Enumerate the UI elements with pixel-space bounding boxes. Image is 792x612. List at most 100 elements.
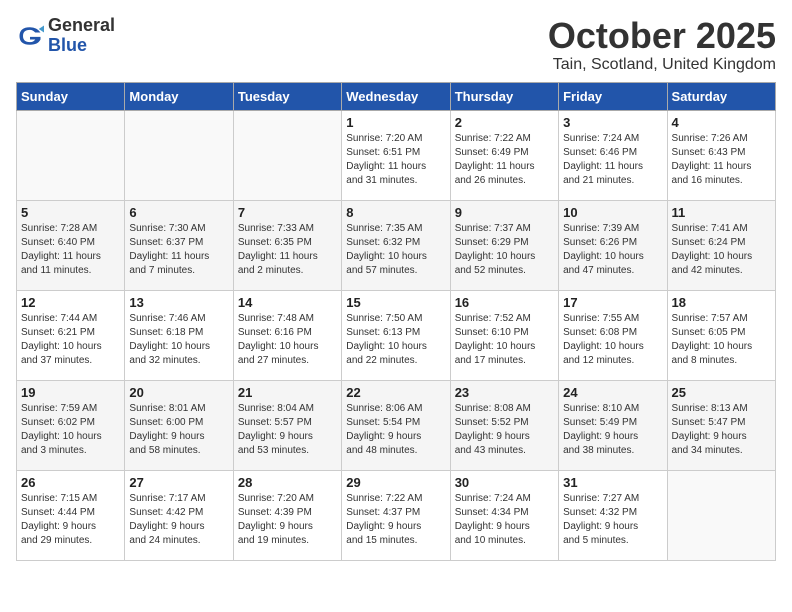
day-number: 12 xyxy=(21,295,120,310)
calendar-cell: 5Sunrise: 7:28 AM Sunset: 6:40 PM Daylig… xyxy=(17,200,125,290)
title-block: October 2025 Tain, Scotland, United King… xyxy=(548,16,776,74)
calendar-cell: 24 Sunrise: 8:10 AM Sunset: 5:49 PM Dayli… xyxy=(559,380,667,470)
day-info: Sunrise: 7:33 AM Sunset: 6:35 PM Dayligh… xyxy=(238,222,337,278)
day-info: Sunrise: 7:52 AM Sunset: 6:10 PM Dayligh… xyxy=(455,312,554,368)
day-info: Sunrise: 7:24 AM Sunset: 6:46 PM Dayligh… xyxy=(563,132,662,188)
calendar-week-row: 12 Sunrise: 7:44 AM Sunset: 6:21 PM Dayli… xyxy=(17,290,776,380)
calendar-cell xyxy=(667,470,775,560)
logo-text: General Blue xyxy=(48,16,115,56)
day-info: Sunrise: 7:57 AM Sunset: 6:05 PM Dayligh… xyxy=(672,312,771,368)
day-number: 31 xyxy=(563,475,662,490)
day-info: Sunrise: 7:26 AM Sunset: 6:43 PM Dayligh… xyxy=(672,132,771,188)
calendar-cell: 7 Sunrise: 7:33 AM Sunset: 6:35 PM Daylig… xyxy=(233,200,341,290)
calendar-week-row: 19 Sunrise: 7:59 AM Sunset: 6:02 PM Dayli… xyxy=(17,380,776,470)
day-number: 19 xyxy=(21,385,120,400)
day-number: 15 xyxy=(346,295,445,310)
day-number: 24 xyxy=(563,385,662,400)
weekday-header: Saturday xyxy=(667,82,775,110)
day-info: Sunrise: 8:04 AM Sunset: 5:57 PM Dayligh… xyxy=(238,402,337,458)
day-number: 26 xyxy=(21,475,120,490)
day-info: Sunrise: 7:39 AM Sunset: 6:26 PM Dayligh… xyxy=(563,222,662,278)
day-info: Sunrise: 7:20 AM Sunset: 6:51 PM Dayligh… xyxy=(346,132,445,188)
logo: General Blue xyxy=(16,16,115,56)
location: Tain, Scotland, United Kingdom xyxy=(548,56,776,74)
calendar-cell: 9 Sunrise: 7:37 AM Sunset: 6:29 PM Daylig… xyxy=(450,200,558,290)
day-number: 16 xyxy=(455,295,554,310)
day-info: Sunrise: 7:22 AM Sunset: 4:37 PM Dayligh… xyxy=(346,492,445,548)
day-info: Sunrise: 8:08 AM Sunset: 5:52 PM Dayligh… xyxy=(455,402,554,458)
day-number: 30 xyxy=(455,475,554,490)
day-number: 8 xyxy=(346,205,445,220)
day-info: Sunrise: 7:20 AM Sunset: 4:39 PM Dayligh… xyxy=(238,492,337,548)
weekday-header: Tuesday xyxy=(233,82,341,110)
day-number: 2 xyxy=(455,115,554,130)
day-number: 3 xyxy=(563,115,662,130)
day-number: 22 xyxy=(346,385,445,400)
calendar-body: 1 Sunrise: 7:20 AM Sunset: 6:51 PM Daylig… xyxy=(17,110,776,560)
day-number: 11 xyxy=(672,205,771,220)
calendar-cell: 11 Sunrise: 7:41 AM Sunset: 6:24 PM Dayli… xyxy=(667,200,775,290)
day-info: Sunrise: 7:48 AM Sunset: 6:16 PM Dayligh… xyxy=(238,312,337,368)
calendar-cell: 26 Sunrise: 7:15 AM Sunset: 4:44 PM Dayli… xyxy=(17,470,125,560)
calendar-cell: 23 Sunrise: 8:08 AM Sunset: 5:52 PM Dayli… xyxy=(450,380,558,470)
day-info: Sunrise: 7:55 AM Sunset: 6:08 PM Dayligh… xyxy=(563,312,662,368)
day-info: Sunrise: 7:27 AM Sunset: 4:32 PM Dayligh… xyxy=(563,492,662,548)
day-info: Sunrise: 7:44 AM Sunset: 6:21 PM Dayligh… xyxy=(21,312,120,368)
calendar-cell: 21 Sunrise: 8:04 AM Sunset: 5:57 PM Dayli… xyxy=(233,380,341,470)
day-number: 23 xyxy=(455,385,554,400)
weekday-header: Sunday xyxy=(17,82,125,110)
calendar-cell: 13Sunrise: 7:46 AM Sunset: 6:18 PM Dayli… xyxy=(125,290,233,380)
calendar-cell: 30 Sunrise: 7:24 AM Sunset: 4:34 PM Dayli… xyxy=(450,470,558,560)
day-info: Sunrise: 7:59 AM Sunset: 6:02 PM Dayligh… xyxy=(21,402,120,458)
day-info: Sunrise: 7:35 AM Sunset: 6:32 PM Dayligh… xyxy=(346,222,445,278)
calendar-cell: 15 Sunrise: 7:50 AM Sunset: 6:13 PM Dayli… xyxy=(342,290,450,380)
logo-icon xyxy=(16,22,44,50)
calendar-header-row: SundayMondayTuesdayWednesdayThursdayFrid… xyxy=(17,82,776,110)
calendar-week-row: 26 Sunrise: 7:15 AM Sunset: 4:44 PM Dayli… xyxy=(17,470,776,560)
calendar-cell xyxy=(17,110,125,200)
day-number: 14 xyxy=(238,295,337,310)
day-number: 20 xyxy=(129,385,228,400)
day-number: 1 xyxy=(346,115,445,130)
calendar-cell xyxy=(125,110,233,200)
calendar-cell: 27 Sunrise: 7:17 AM Sunset: 4:42 PM Dayli… xyxy=(125,470,233,560)
calendar-cell: 16 Sunrise: 7:52 AM Sunset: 6:10 PM Dayli… xyxy=(450,290,558,380)
calendar-cell: 1 Sunrise: 7:20 AM Sunset: 6:51 PM Daylig… xyxy=(342,110,450,200)
day-info: Sunrise: 7:17 AM Sunset: 4:42 PM Dayligh… xyxy=(129,492,228,548)
day-info: Sunrise: 8:10 AM Sunset: 5:49 PM Dayligh… xyxy=(563,402,662,458)
day-info: Sunrise: 7:22 AM Sunset: 6:49 PM Dayligh… xyxy=(455,132,554,188)
day-number: 6 xyxy=(129,205,228,220)
day-number: 21 xyxy=(238,385,337,400)
day-number: 25 xyxy=(672,385,771,400)
day-number: 7 xyxy=(238,205,337,220)
day-number: 4 xyxy=(672,115,771,130)
day-info: Sunrise: 7:37 AM Sunset: 6:29 PM Dayligh… xyxy=(455,222,554,278)
weekday-header: Thursday xyxy=(450,82,558,110)
calendar-cell: 18 Sunrise: 7:57 AM Sunset: 6:05 PM Dayli… xyxy=(667,290,775,380)
day-info: Sunrise: 7:24 AM Sunset: 4:34 PM Dayligh… xyxy=(455,492,554,548)
day-number: 10 xyxy=(563,205,662,220)
calendar-cell: 6 Sunrise: 7:30 AM Sunset: 6:37 PM Daylig… xyxy=(125,200,233,290)
day-number: 9 xyxy=(455,205,554,220)
weekday-header: Friday xyxy=(559,82,667,110)
calendar-cell: 4 Sunrise: 7:26 AM Sunset: 6:43 PM Daylig… xyxy=(667,110,775,200)
day-info: Sunrise: 8:01 AM Sunset: 6:00 PM Dayligh… xyxy=(129,402,228,458)
page-header: General Blue October 2025 Tain, Scotland… xyxy=(16,16,776,74)
calendar-cell: 31 Sunrise: 7:27 AM Sunset: 4:32 PM Dayli… xyxy=(559,470,667,560)
calendar-cell: 3 Sunrise: 7:24 AM Sunset: 6:46 PM Daylig… xyxy=(559,110,667,200)
calendar-cell xyxy=(233,110,341,200)
day-number: 27 xyxy=(129,475,228,490)
day-info: Sunrise: 7:15 AM Sunset: 4:44 PM Dayligh… xyxy=(21,492,120,548)
calendar-cell: 17Sunrise: 7:55 AM Sunset: 6:08 PM Dayli… xyxy=(559,290,667,380)
calendar-cell: 25Sunrise: 8:13 AM Sunset: 5:47 PM Dayli… xyxy=(667,380,775,470)
day-number: 5 xyxy=(21,205,120,220)
calendar-table: SundayMondayTuesdayWednesdayThursdayFrid… xyxy=(16,82,776,561)
day-info: Sunrise: 7:50 AM Sunset: 6:13 PM Dayligh… xyxy=(346,312,445,368)
calendar-cell: 2 Sunrise: 7:22 AM Sunset: 6:49 PM Daylig… xyxy=(450,110,558,200)
day-info: Sunrise: 8:06 AM Sunset: 5:54 PM Dayligh… xyxy=(346,402,445,458)
day-number: 18 xyxy=(672,295,771,310)
day-info: Sunrise: 7:41 AM Sunset: 6:24 PM Dayligh… xyxy=(672,222,771,278)
calendar-cell: 14 Sunrise: 7:48 AM Sunset: 6:16 PM Dayli… xyxy=(233,290,341,380)
day-number: 13 xyxy=(129,295,228,310)
day-info: Sunrise: 7:30 AM Sunset: 6:37 PM Dayligh… xyxy=(129,222,228,278)
